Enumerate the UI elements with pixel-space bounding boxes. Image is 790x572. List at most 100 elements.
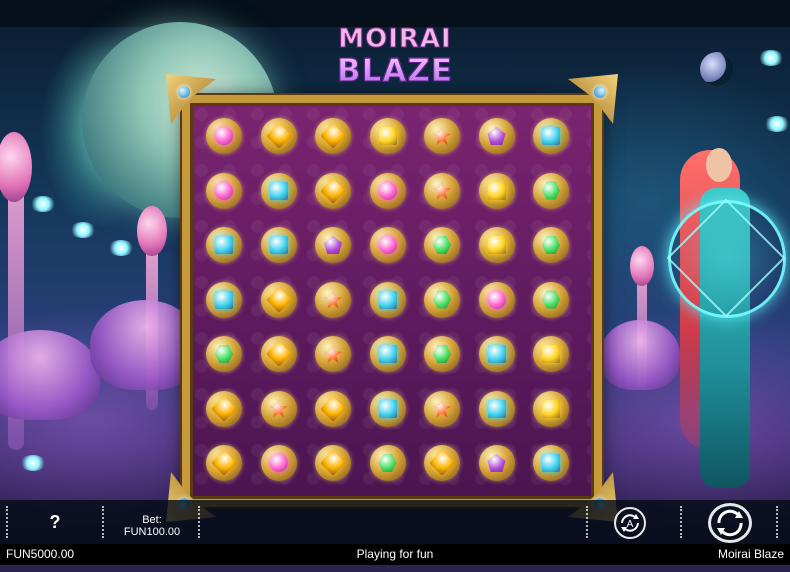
yellow-gem-icon [487,236,506,254]
symbol-yellow [477,171,517,211]
cyan-gem-icon [542,454,560,472]
symbol-cyan [531,116,571,156]
symbol-purple [477,443,517,483]
cyan-gem-icon [487,345,506,363]
bet-value: FUN100.00 [123,526,181,538]
symbol-pink [368,171,408,211]
symbol-cyan [368,280,408,320]
frame-gem-icon [178,86,190,98]
symbol-amber [204,389,244,429]
divider [102,506,104,538]
symbol-amber [259,116,299,156]
symbol-pink [477,280,517,320]
symbol-cyan [368,389,408,429]
yellow-gem-icon [542,345,560,363]
symbol-green [422,334,462,374]
symbol-green [422,225,462,265]
status-bar: FUN5000.00 Playing for fun Moirai Blaze [0,544,790,565]
symbol-green [368,443,408,483]
symbol-amber [259,334,299,374]
symbol-cyan [368,334,408,374]
symbol-pink [259,443,299,483]
symbol-cyan [531,443,571,483]
glow-spark [758,50,784,66]
glow-spark [108,240,134,256]
symbol-amber [313,443,353,483]
symbol-cyan [204,225,244,265]
symbol-pink [204,116,244,156]
help-button[interactable]: ? [40,508,70,536]
symbol-orange [422,389,462,429]
bet-label: Bet: [142,514,162,526]
symbol-amber [422,443,462,483]
top-bar [0,0,790,27]
logo-title-bottom: BLAZE [320,54,470,89]
moirai-character [660,130,786,500]
pink-gem-icon [215,181,233,200]
cyan-gem-icon [378,399,397,418]
cyan-gem-icon [378,290,397,309]
character-face [706,148,732,182]
divider [6,506,8,538]
moon-illustration [700,52,734,86]
symbol-yellow [477,225,517,265]
cyan-gem-icon [487,399,506,418]
divider [198,506,200,538]
symbol-green [422,280,462,320]
symbol-amber [313,389,353,429]
autoplay-label: A [627,519,634,530]
symbol-amber [204,443,244,483]
symbol-pink [204,171,244,211]
reel-frame [182,95,602,507]
symbol-orange [313,280,353,320]
symbol-orange [422,171,462,211]
symbol-purple [313,225,353,265]
symbol-orange [313,334,353,374]
bottom-strip [0,565,790,572]
symbol-cyan [204,280,244,320]
game-logo: MOIRAI BLAZE [320,24,470,89]
cyan-gem-icon [269,181,288,200]
lotus-flower [0,330,100,420]
bet-display[interactable]: Bet: FUN100.00 [112,514,192,538]
game-name-text: Moirai Blaze [717,547,784,561]
pink-gem-icon [378,181,397,200]
cyan-gem-icon [542,127,560,145]
symbol-pink [368,225,408,265]
spin-arrows-icon [717,509,743,537]
plant-pod [137,206,167,256]
logo-title-top: MOIRAI [338,24,452,55]
symbol-grid [190,103,594,499]
spin-button[interactable] [708,503,752,543]
glow-spark [20,455,46,471]
symbol-amber [313,116,353,156]
frame-gem-icon [594,86,606,98]
symbol-green [531,171,571,211]
symbol-green [531,280,571,320]
divider [776,506,778,538]
pink-gem-icon [378,236,397,254]
symbol-cyan [259,225,299,265]
symbol-amber [313,171,353,211]
symbol-cyan [477,389,517,429]
plant-pod [630,246,654,286]
yellow-gem-icon [378,127,397,145]
pink-gem-icon [487,290,506,309]
symbol-green [204,334,244,374]
plant-pod [0,132,32,202]
autoplay-icon: A [621,514,639,532]
pink-gem-icon [269,454,288,472]
play-mode-text: Playing for fun [356,547,434,561]
symbol-yellow [368,116,408,156]
glow-spark [70,222,96,238]
symbol-yellow [531,389,571,429]
symbol-cyan [477,334,517,374]
yellow-gem-icon [487,181,506,200]
cyan-gem-icon [215,290,233,309]
symbol-orange [259,389,299,429]
symbol-cyan [259,171,299,211]
autoplay-button[interactable]: A [614,507,646,539]
symbol-purple [477,116,517,156]
divider [680,506,682,538]
symbol-green [531,225,571,265]
